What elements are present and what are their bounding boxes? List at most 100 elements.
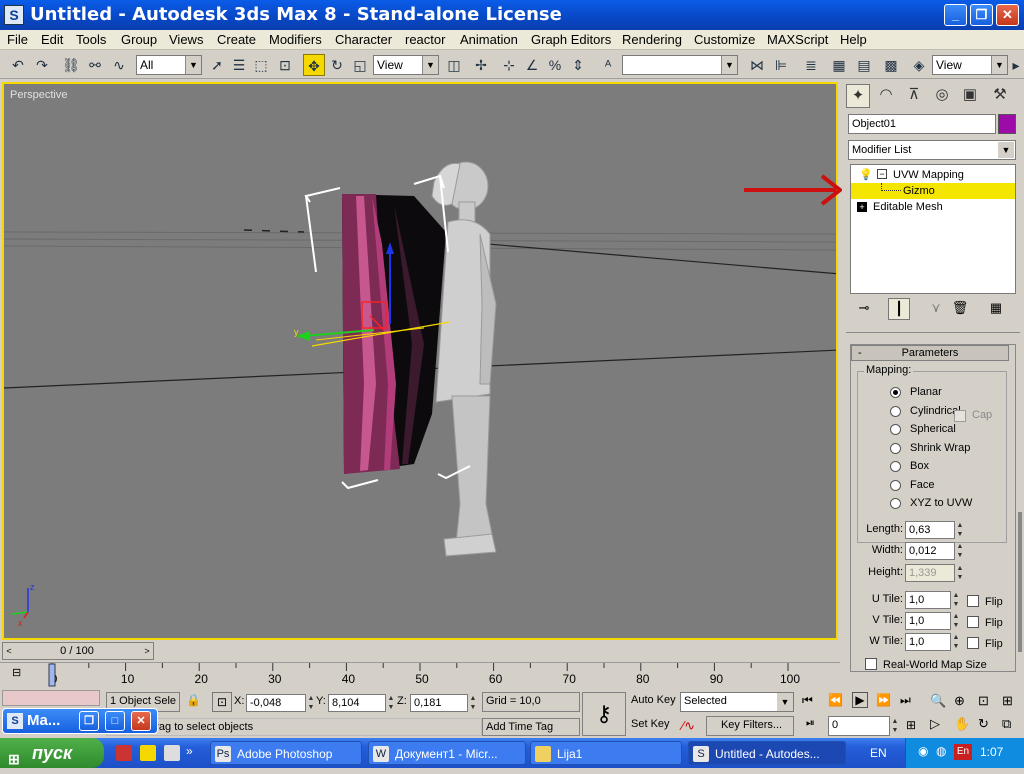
show-end-result-icon[interactable]: ┃ <box>888 298 910 320</box>
set-key-button[interactable]: Set Key <box>628 716 678 736</box>
track-bar[interactable]: ⊟ 0102030405060708090100 <box>0 662 840 688</box>
layer-manager-icon[interactable]: ≣ <box>800 54 822 76</box>
modifier-list-dropdown[interactable]: Modifier List ▼ <box>848 140 1016 160</box>
perspective-viewport[interactable]: y z x Perspective <box>2 82 838 640</box>
select-and-scale-icon[interactable]: ◱ <box>349 54 371 76</box>
minimized-window[interactable]: S Ma... ❐ □ ✕ <box>2 708 158 734</box>
display-tab-icon[interactable]: ▣ <box>958 84 982 108</box>
z-spinner[interactable]: ▲ ▼ <box>468 694 478 712</box>
select-and-manipulate-icon[interactable]: ✢ <box>470 54 492 76</box>
height-field[interactable]: 1,339 <box>905 564 955 582</box>
y-coordinate-field[interactable]: 8,104 <box>328 694 386 712</box>
select-and-link-icon[interactable]: ⛓ <box>60 54 82 76</box>
x-coordinate-field[interactable]: -0,048 <box>246 694 306 712</box>
w-flip-checkbox[interactable] <box>967 637 979 649</box>
edit-named-selection-icon[interactable]: ᴬ <box>597 54 619 76</box>
z-coordinate-field[interactable]: 0,181 <box>410 694 468 712</box>
w-tile-field[interactable]: 1,0 <box>905 633 951 651</box>
object-name-field[interactable]: Object01 <box>848 114 996 134</box>
go-to-end-icon[interactable]: ⏭ <box>900 693 911 708</box>
mapping-radio-shrink-wrap[interactable] <box>890 442 901 454</box>
v-tile-field[interactable]: 1,0 <box>905 612 951 630</box>
material-editor-icon[interactable]: ▩ <box>880 54 902 76</box>
3ds-max-icon[interactable]: S <box>4 5 24 25</box>
spinner-snap-icon[interactable]: ⇕ <box>567 54 589 76</box>
character-model[interactable] <box>431 161 497 557</box>
y-spinner[interactable]: ▲ ▼ <box>386 694 396 712</box>
w-tile-spinner[interactable]: ▲ ▼ <box>951 633 961 651</box>
motion-tab-icon[interactable]: ◎ <box>930 84 954 108</box>
width-spinner[interactable]: ▲ ▼ <box>955 542 965 560</box>
u-tile-field[interactable]: 1,0 <box>905 591 951 609</box>
go-to-start-icon[interactable]: ⏮ <box>802 693 813 708</box>
expand-icon[interactable]: + <box>857 202 867 212</box>
window-crossing-icon[interactable]: ⊡ <box>274 54 296 76</box>
uvw-mapped-object[interactable] <box>342 194 446 474</box>
length-spinner[interactable]: ▲ ▼ <box>955 521 965 539</box>
chevron-left-icon[interactable]: < <box>3 643 15 659</box>
menu-create[interactable]: Create <box>217 32 256 47</box>
menu-graph-editors[interactable]: Graph Editors <box>531 32 611 47</box>
mapping-radio-box[interactable] <box>890 461 901 472</box>
hierarchy-tab-icon[interactable]: ⊼ <box>902 84 926 108</box>
curve-editor-icon[interactable]: ▦ <box>828 54 850 76</box>
menu-file[interactable]: File <box>7 32 28 47</box>
real-world-map-size-checkbox[interactable] <box>865 658 877 670</box>
frame-spinner[interactable]: ▲ ▼ <box>890 717 900 735</box>
utilities-tab-icon[interactable]: ⚒ <box>988 84 1012 108</box>
lock-selection-icon[interactable]: 🔒 <box>186 693 201 707</box>
quicklaunch-app-icon[interactable] <box>116 745 132 761</box>
key-mode-toggle-icon[interactable]: ⏯ <box>806 717 815 730</box>
play-icon[interactable]: ▶ <box>852 692 868 708</box>
time-configuration-icon[interactable]: ⊞ <box>906 718 916 732</box>
height-spinner[interactable]: ▲ ▼ <box>955 564 965 582</box>
named-selection-dropdown[interactable]: ▼ <box>622 55 738 75</box>
length-field[interactable]: 0,63 <box>905 521 955 539</box>
cap-checkbox[interactable] <box>954 410 966 422</box>
stack-item-editable-mesh[interactable]: + Editable Mesh <box>851 199 1015 215</box>
task-3ds-max[interactable]: S Untitled - Autodes... <box>688 741 846 765</box>
key-mode-dropdown[interactable]: Selected ▼ <box>680 692 794 712</box>
network-icon[interactable]: ◉ <box>918 744 928 758</box>
snaps-toggle-icon[interactable]: ⊹ <box>498 54 520 76</box>
u-tile-spinner[interactable]: ▲ ▼ <box>951 591 961 609</box>
percent-snap-icon[interactable]: % <box>544 54 566 76</box>
x-spinner[interactable]: ▲ ▼ <box>306 694 316 712</box>
zoom-extents-icon[interactable]: ⊡ <box>978 693 989 709</box>
current-frame-field[interactable]: 0 <box>828 716 890 736</box>
auto-key-button[interactable]: Auto Key <box>628 692 678 712</box>
next-frame-icon[interactable]: ⏩ <box>876 693 891 707</box>
collapse-icon[interactable]: − <box>877 169 887 179</box>
pan-icon[interactable]: ✋ <box>954 716 970 732</box>
stack-item-uvw-mapping[interactable]: 💡 − UVW Mapping <box>851 167 1015 183</box>
absolute-mode-icon[interactable]: ⊡ <box>212 692 232 712</box>
quicklaunch-expand-icon[interactable]: » <box>186 744 193 758</box>
menu-help[interactable]: Help <box>840 32 867 47</box>
mapping-radio-planar[interactable] <box>890 387 901 398</box>
unlink-icon[interactable]: ⚯ <box>84 54 106 76</box>
start-button[interactable]: ⊞ пуск <box>0 738 104 768</box>
render-scene-icon[interactable]: ◈ <box>908 54 930 76</box>
minimize-button[interactable]: _ <box>944 4 967 26</box>
zoom-all-icon[interactable]: ⊕ <box>954 693 965 709</box>
width-field[interactable]: 0,012 <box>905 542 955 560</box>
remove-modifier-icon[interactable]: 🗑 <box>950 300 970 320</box>
modify-tab-icon[interactable]: ◠ <box>874 84 898 108</box>
time-slider[interactable]: < 0 / 100 > <box>2 642 154 660</box>
arc-rotate-icon[interactable]: ↻ <box>978 716 989 732</box>
chevron-right-icon[interactable]: > <box>141 643 153 659</box>
reference-coordinate-dropdown[interactable]: View ▼ <box>373 55 439 75</box>
mirror-icon[interactable]: ⋈ <box>746 54 768 76</box>
maxscript-listener-mini[interactable] <box>2 690 100 706</box>
field-of-view-icon[interactable]: ▷ <box>930 716 940 732</box>
restore-button[interactable]: ❐ <box>79 711 99 731</box>
mapping-radio-xyz-to-uvw[interactable] <box>890 498 901 509</box>
angle-snap-icon[interactable]: ∠ <box>521 54 543 76</box>
clock[interactable]: 1:07 <box>980 745 1003 759</box>
redo-icon[interactable]: ↷ <box>31 54 53 76</box>
quicklaunch-show-desktop-icon[interactable] <box>164 745 180 761</box>
viewport-label[interactable]: Perspective <box>10 89 67 101</box>
zoom-icon[interactable]: 🔍 <box>930 693 946 709</box>
bind-space-warp-icon[interactable]: ∿ <box>108 54 130 76</box>
previous-frame-icon[interactable]: ⏪ <box>828 693 843 707</box>
